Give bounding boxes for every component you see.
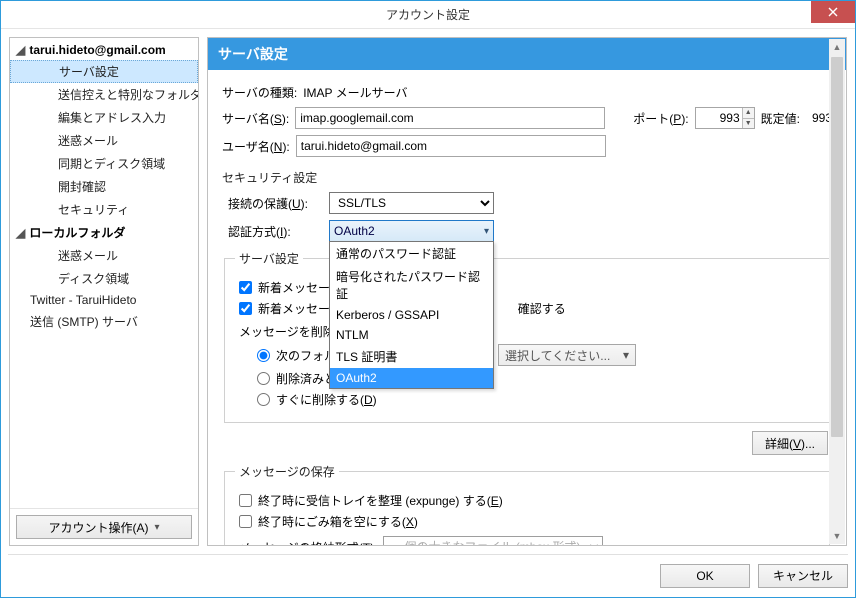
auth-method-label: 認証方式(I): <box>228 223 323 240</box>
auth-option-tls-cert[interactable]: TLS 証明書 <box>330 345 493 368</box>
sidebar-item-local-disk[interactable]: ディスク領域 <box>10 267 198 290</box>
connection-security-select[interactable]: SSL/TLS <box>329 192 494 214</box>
window-title: アカウント設定 <box>386 6 470 23</box>
radio-mark-deleted[interactable] <box>257 372 270 385</box>
auth-option-oauth2[interactable]: OAuth2 <box>330 368 493 388</box>
cancel-button[interactable]: キャンセル <box>758 564 848 588</box>
account-actions-menu[interactable]: アカウント操作(A) ▾ <box>16 515 192 539</box>
chevron-down-icon: ▾ <box>623 348 629 362</box>
scroll-down-button[interactable]: ▼ <box>829 528 845 544</box>
store-format-label: メッセージの格納形式(T): <box>239 539 377 547</box>
sidebar-item-local-junk[interactable]: 迷惑メール <box>10 244 198 267</box>
auth-option-plain[interactable]: 通常のパスワード認証 <box>330 242 493 265</box>
server-type-value: IMAP メールサーバ <box>303 84 407 101</box>
sidebar-item-receipts[interactable]: 開封確認 <box>10 175 198 198</box>
sidebar-item-sync[interactable]: 同期とディスク領域 <box>10 152 198 175</box>
username-label: ユーザ名(N): <box>222 138 290 155</box>
local-folders-node[interactable]: ◢ ローカルフォルダ <box>10 221 198 244</box>
sidebar-item-smtp[interactable]: 送信 (SMTP) サーバ <box>10 310 198 333</box>
username-input[interactable] <box>296 135 606 157</box>
server-settings-group: サーバ設定 新着メッセージ 新着メッセージ確認する メッセージを削除する 次のフ… <box>224 250 830 423</box>
dialog-footer: OK キャンセル <box>8 554 848 590</box>
auth-method-select[interactable]: OAuth2 ▾ <box>329 220 494 242</box>
auth-option-encrypted[interactable]: 暗号化されたパスワード認証 <box>330 265 493 305</box>
auth-method-dropdown[interactable]: 通常のパスワード認証 暗号化されたパスワード認証 Kerberos / GSSA… <box>329 241 494 389</box>
expunge-on-exit-checkbox[interactable] <box>239 494 252 507</box>
chevron-down-icon: ▾ <box>154 522 159 533</box>
account-tree[interactable]: ◢ tarui.hideto@gmail.com サーバ設定 送信控えと特別なフ… <box>10 38 198 508</box>
advanced-button[interactable]: 詳細(V)... <box>752 431 828 455</box>
check-new-interval[interactable] <box>239 302 252 315</box>
port-spinner[interactable]: ▲▼ <box>742 108 754 128</box>
server-type-label: サーバの種類: <box>222 84 297 101</box>
sidebar-item-compose[interactable]: 編集とアドレス入力 <box>10 106 198 129</box>
auth-option-ntlm[interactable]: NTLM <box>330 325 493 345</box>
store-format-select: 一個の大きなファイル (mbox 形式) <box>383 536 603 546</box>
accounts-sidebar: ◢ tarui.hideto@gmail.com サーバ設定 送信控えと特別なフ… <box>9 37 199 546</box>
security-settings-header: セキュリティ設定 <box>222 169 832 186</box>
close-button[interactable] <box>811 1 855 23</box>
scroll-thumb[interactable] <box>831 57 843 437</box>
sidebar-item-copies[interactable]: 送信控えと特別なフォルダ <box>10 83 198 106</box>
radio-move-to-folder[interactable] <box>257 349 270 362</box>
dialog-content: ◢ tarui.hideto@gmail.com サーバ設定 送信控えと特別なフ… <box>1 29 855 554</box>
title-bar: アカウント設定 <box>1 1 855 29</box>
check-new-startup[interactable] <box>239 281 252 294</box>
radio-delete-now[interactable] <box>257 393 270 406</box>
account-node[interactable]: ◢ tarui.hideto@gmail.com <box>10 40 198 60</box>
auth-option-kerberos[interactable]: Kerberos / GSSAPI <box>330 305 493 325</box>
ok-button[interactable]: OK <box>660 564 750 588</box>
server-name-input[interactable] <box>295 107 605 129</box>
delete-message-label: メッセージを削除する <box>239 323 819 340</box>
connection-security-label: 接続の保護(U): <box>228 195 323 212</box>
sidebar-item-junk[interactable]: 迷惑メール <box>10 129 198 152</box>
vertical-scrollbar[interactable]: ▲ ▼ <box>829 39 845 544</box>
trash-folder-select[interactable]: 選択してください...▾ <box>498 344 636 366</box>
server-name-label: サーバ名(S): <box>222 110 289 127</box>
scroll-up-button[interactable]: ▲ <box>829 39 845 55</box>
sidebar-item-twitter[interactable]: Twitter - TaruiHideto <box>10 290 198 310</box>
empty-trash-on-exit-checkbox[interactable] <box>239 515 252 528</box>
settings-panel: サーバ設定 サーバの種類: IMAP メールサーバ サーバ名(S): ポート(P… <box>207 37 847 546</box>
panel-header: サーバ設定 <box>208 38 846 70</box>
sidebar-item-server[interactable]: サーバ設定 <box>10 60 198 83</box>
port-label: ポート(P): <box>633 110 688 127</box>
sidebar-item-security[interactable]: セキュリティ <box>10 198 198 221</box>
default-port-label: 既定値: <box>761 110 800 127</box>
message-storage-group: メッセージの保存 終了時に受信トレイを整理 (expunge) する(E) 終了… <box>224 463 830 546</box>
chevron-down-icon: ▾ <box>484 226 489 237</box>
